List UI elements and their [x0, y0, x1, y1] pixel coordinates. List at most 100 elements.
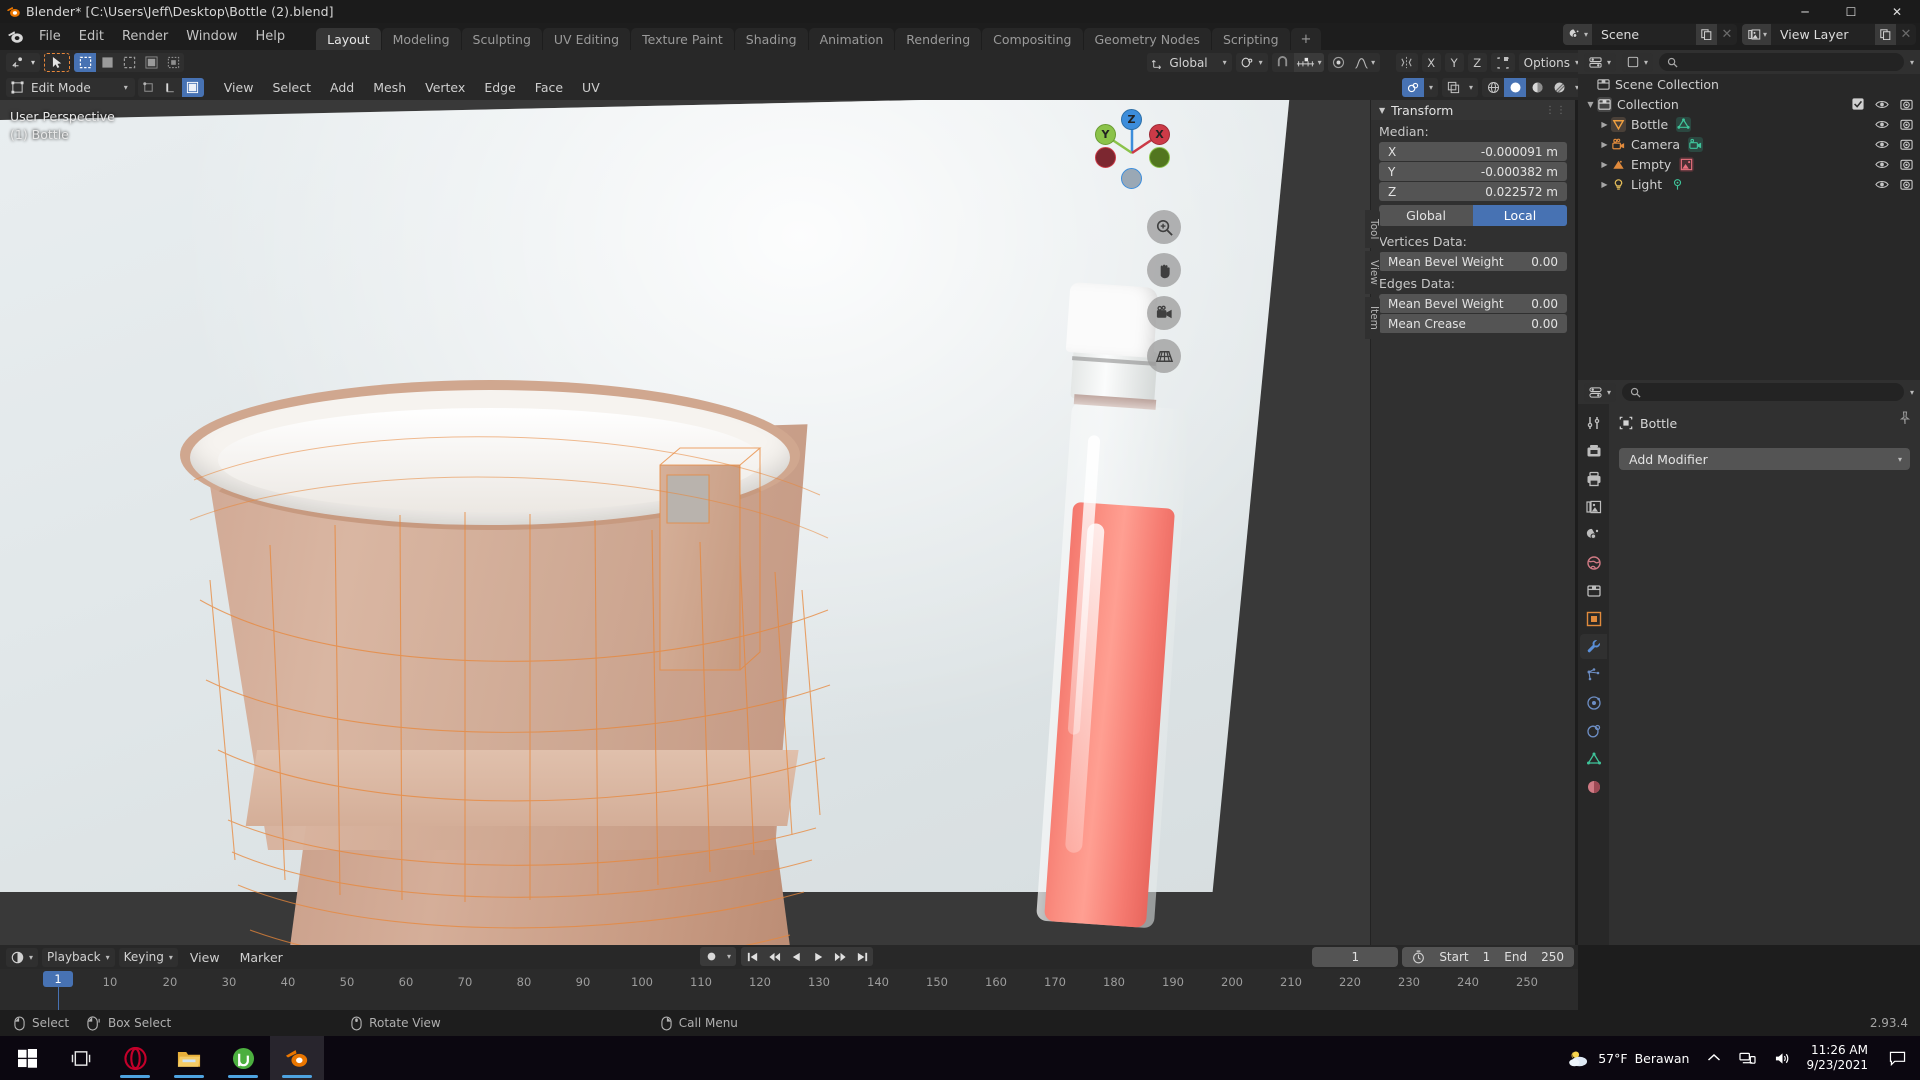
- breadcrumb-object-name[interactable]: Bottle: [1640, 416, 1677, 431]
- blender-menu-icon[interactable]: [0, 23, 30, 50]
- camera-render-icon[interactable]: [1900, 118, 1913, 131]
- pan-hand-icon[interactable]: [1147, 253, 1181, 287]
- workspace-tab-sculpting[interactable]: Sculpting: [461, 28, 542, 52]
- tab-tool[interactable]: [1580, 410, 1607, 435]
- snap-magnet-toggle[interactable]: [1272, 53, 1294, 72]
- viewport-menu-mesh[interactable]: Mesh: [365, 78, 414, 97]
- utorrent-icon[interactable]: [216, 1036, 270, 1080]
- view-layer-name[interactable]: View Layer: [1771, 27, 1875, 42]
- face-select-mode-button[interactable]: [181, 78, 204, 97]
- gizmo-axis-y-positive[interactable]: Y: [1095, 124, 1116, 145]
- vertex-select-mode-button[interactable]: [138, 78, 160, 97]
- select-intersect-button[interactable]: [162, 53, 184, 72]
- global-space-button[interactable]: Global: [1379, 205, 1473, 226]
- network-icon[interactable]: [1730, 1051, 1765, 1066]
- add-workspace-button[interactable]: +: [1290, 28, 1322, 52]
- eye-icon[interactable]: [1875, 119, 1889, 130]
- menu-edit[interactable]: Edit: [70, 26, 113, 47]
- gizmo-axis-z-negative[interactable]: [1121, 168, 1142, 189]
- empty-expand-triangle-icon[interactable]: ▶: [1598, 160, 1611, 169]
- median-y-field[interactable]: Y -0.000382 m: [1379, 162, 1567, 181]
- start-icon[interactable]: [0, 1036, 54, 1080]
- scene-name[interactable]: Scene: [1592, 27, 1696, 42]
- action-center-icon[interactable]: [1880, 1051, 1920, 1066]
- edges-mean-crease-field[interactable]: Mean Crease 0.00: [1379, 314, 1567, 333]
- orthographic-toggle-icon[interactable]: [1147, 339, 1181, 373]
- playback-dropdown[interactable]: Playback ▾: [42, 947, 115, 967]
- auto-keying-dropdown[interactable]: ▾: [722, 947, 736, 966]
- remove-view-layer-button[interactable]: ✕: [1896, 24, 1916, 45]
- snap-target-dropdown[interactable]: ▾: [1293, 53, 1324, 72]
- workspace-tab-layout[interactable]: Layout: [316, 28, 381, 52]
- camera-data-icon[interactable]: [1688, 136, 1704, 152]
- scene-selector[interactable]: ▾ Scene ✕: [1562, 24, 1737, 45]
- sidebar-tab-view[interactable]: View: [1365, 251, 1380, 295]
- outliner-row-collection[interactable]: ▼ Collection: [1578, 94, 1920, 114]
- tab-modifier[interactable]: [1580, 634, 1607, 659]
- mirror-z-button[interactable]: Z: [1467, 53, 1487, 72]
- select-invert-button[interactable]: [140, 53, 162, 72]
- workspace-tab-texture-paint[interactable]: Texture Paint: [631, 28, 734, 52]
- workspace-tab-geometry-nodes[interactable]: Geometry Nodes: [1083, 28, 1211, 52]
- outliner-row-empty[interactable]: ▶ Empty: [1578, 154, 1920, 174]
- taskbar-clock[interactable]: 11:26 AM 9/23/2021: [1800, 1043, 1880, 1073]
- median-z-field[interactable]: Z 0.022572 m: [1379, 182, 1567, 201]
- outliner-display-mode-dropdown[interactable]: ▾: [1622, 52, 1654, 72]
- volume-icon[interactable]: [1765, 1051, 1800, 1066]
- timeline-editor-type-dropdown[interactable]: ▾: [6, 947, 39, 967]
- proportional-connected-icon[interactable]: [1490, 53, 1515, 72]
- panel-collapse-triangle-icon[interactable]: ▼: [1379, 106, 1385, 115]
- show-gizmo-toggle[interactable]: [1402, 78, 1424, 97]
- new-scene-button[interactable]: [1695, 24, 1717, 45]
- mesh-data-icon[interactable]: [1676, 116, 1692, 132]
- jump-to-end-button[interactable]: [851, 947, 873, 966]
- transform-orientation-dropdown[interactable]: Global ▾: [1147, 53, 1232, 72]
- gizmo-axis-x-negative[interactable]: [1095, 147, 1116, 168]
- opera-icon[interactable]: [108, 1036, 162, 1080]
- solid-shading-button[interactable]: [1504, 78, 1526, 97]
- proportional-falloff-dropdown[interactable]: ▾: [1350, 53, 1380, 72]
- select-set-button[interactable]: [74, 53, 97, 72]
- play-reverse-button[interactable]: [785, 947, 807, 966]
- viewport-menu-add[interactable]: Add: [322, 78, 362, 97]
- median-x-field[interactable]: X -0.000091 m: [1379, 142, 1567, 161]
- viewport-menu-uv[interactable]: UV: [574, 78, 608, 97]
- light-expand-triangle-icon[interactable]: ▶: [1598, 180, 1611, 189]
- viewport-menu-view[interactable]: View: [216, 78, 262, 97]
- properties-filter-dropdown[interactable]: ▾: [1910, 388, 1914, 397]
- collection-checkbox[interactable]: [1852, 98, 1864, 110]
- pivot-point-dropdown[interactable]: ▾: [1235, 53, 1268, 72]
- select-subtract-button[interactable]: [118, 53, 140, 72]
- outliner-editor-type-dropdown[interactable]: ▾: [1584, 52, 1617, 72]
- start-value[interactable]: 1: [1483, 950, 1491, 964]
- viewport-menu-select[interactable]: Select: [264, 78, 319, 97]
- mirror-x-button[interactable]: X: [1421, 53, 1441, 72]
- tab-object-data[interactable]: [1580, 746, 1607, 771]
- file-explorer-icon[interactable]: [162, 1036, 216, 1080]
- edges-mean-bevel-weight-field[interactable]: Mean Bevel Weight 0.00: [1379, 294, 1567, 313]
- add-modifier-button[interactable]: Add Modifier ▾: [1619, 448, 1910, 470]
- tab-render[interactable]: [1580, 438, 1607, 463]
- local-space-button[interactable]: Local: [1473, 205, 1567, 226]
- edit-mode-mesh[interactable]: [180, 280, 880, 945]
- mirror-y-button[interactable]: Y: [1444, 53, 1464, 72]
- properties-search-input[interactable]: [1622, 383, 1904, 401]
- view-layer-selector[interactable]: ▾ View Layer ✕: [1741, 24, 1916, 45]
- workspace-tab-shading[interactable]: Shading: [734, 28, 808, 52]
- bottle-expand-triangle-icon[interactable]: ▶: [1598, 120, 1611, 129]
- menu-help[interactable]: Help: [247, 26, 295, 47]
- task-view-icon[interactable]: [54, 1036, 108, 1080]
- image-data-icon[interactable]: [1679, 156, 1695, 172]
- camera-render-icon[interactable]: [1900, 98, 1913, 111]
- camera-render-icon[interactable]: [1900, 178, 1913, 191]
- outliner-row-scene-collection[interactable]: Scene Collection: [1578, 74, 1920, 94]
- timeline-track[interactable]: 1 10 20 30 40 50 60 70 80 90 100 110 120…: [0, 969, 1578, 1018]
- menu-render[interactable]: Render: [113, 26, 177, 47]
- blender-taskbar-icon[interactable]: [270, 1036, 324, 1080]
- outliner-row-light[interactable]: ▶ Light: [1578, 174, 1920, 194]
- menu-file[interactable]: File: [30, 26, 70, 47]
- panel-drag-handle[interactable]: ⋮⋮: [1545, 105, 1567, 116]
- jump-to-prev-keyframe-button[interactable]: [763, 947, 785, 966]
- gizmo-axis-y-negative[interactable]: [1149, 147, 1170, 168]
- tab-particles[interactable]: [1580, 662, 1607, 687]
